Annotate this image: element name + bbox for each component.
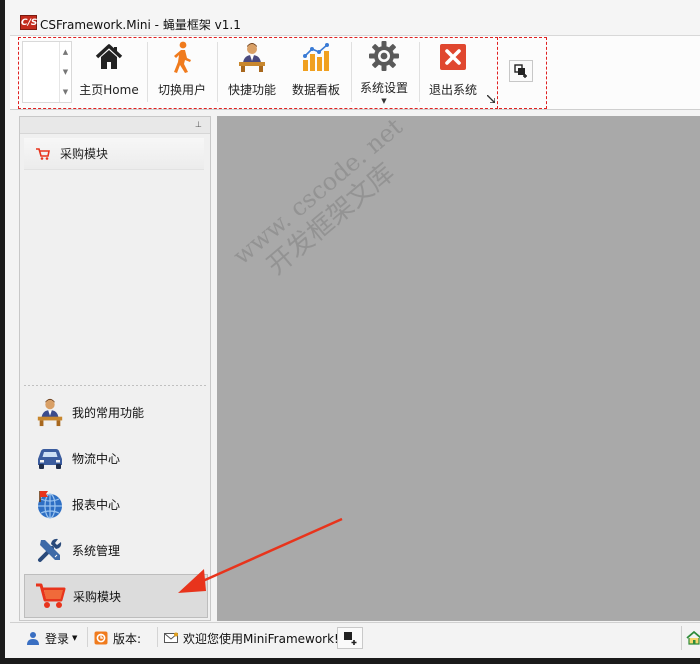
nav-item-logistics[interactable]: 物流中心 <box>24 436 208 480</box>
nav-item-favorites[interactable]: 我的常用功能 <box>24 390 208 434</box>
login-label: 登录 <box>45 631 70 646</box>
skin-gallery[interactable]: ▲ ▼ ▼ <box>22 41 72 103</box>
nav-splitter[interactable] <box>24 385 206 386</box>
nav-item-label: 我的常用功能 <box>72 405 145 420</box>
globe-flag-icon <box>34 488 66 520</box>
exit-system-button[interactable]: 退出系统 <box>424 40 482 104</box>
ribbon-separator <box>419 42 420 102</box>
gallery-scrollbar[interactable]: ▲ ▼ ▼ <box>59 42 71 102</box>
exit-system-label: 退出系统 <box>428 83 477 97</box>
home-icon <box>91 40 127 74</box>
window-title: CSFramework.Mini - 蝇量框架 v1.1 <box>40 18 241 32</box>
pin-icon[interactable]: ⊥ <box>195 120 202 129</box>
gear-icon <box>366 40 402 72</box>
welcome-status: 欢迎您使用MiniFramework! <box>164 629 339 647</box>
nav-group-caption[interactable]: 采购模块 <box>24 138 204 170</box>
data-dashboard-button[interactable]: 数据看板 <box>284 40 348 104</box>
data-dashboard-label: 数据看板 <box>291 83 340 97</box>
nav-item-system-management[interactable]: 系统管理 <box>24 528 208 572</box>
status-separator <box>87 627 88 647</box>
system-settings-button[interactable]: 系统设置 ▼ <box>354 40 414 105</box>
version-icon <box>94 631 108 645</box>
home-icon <box>685 630 700 645</box>
version-label: 版本: <box>113 631 142 646</box>
nav-item-label: 系统管理 <box>72 543 121 558</box>
gallery-expand-icon[interactable]: ▼ <box>63 88 68 96</box>
version-status: 版本: <box>94 629 141 647</box>
nav-item-purchasing[interactable]: 采购模块 <box>24 574 208 618</box>
navigation-pane: ⊥ 采购模块 我的常用功能 物流中心 报表中心 系统管理 采购模块 <box>19 116 211 621</box>
system-settings-label: 系统设置 <box>359 81 408 95</box>
user-icon <box>26 631 40 645</box>
status-home-button[interactable] <box>681 626 700 650</box>
ribbon-separator <box>351 42 352 102</box>
ribbon-separator <box>217 42 218 102</box>
home-button-label: 主页Home <box>79 83 139 97</box>
person-at-desk-icon <box>234 40 270 74</box>
status-bar: 登录 ▼ 版本: 欢迎您使用MiniFramework! <box>10 622 700 652</box>
nav-pane-header: ⊥ <box>20 117 210 134</box>
app-logo-icon: C/S <box>20 15 37 30</box>
nav-item-label: 报表中心 <box>72 497 121 512</box>
status-window-button[interactable] <box>337 627 363 649</box>
shopping-cart-icon <box>36 147 50 160</box>
person-at-desk-icon <box>34 396 66 428</box>
close-icon <box>435 40 471 74</box>
welcome-text: 欢迎您使用MiniFramework! <box>183 631 339 646</box>
shopping-cart-icon <box>35 580 67 612</box>
chevron-down-icon: ▼ <box>72 634 78 642</box>
quick-functions-button[interactable]: 快捷功能 <box>222 40 282 104</box>
chevron-down-icon[interactable]: ▼ <box>381 97 386 105</box>
scroll-down-icon[interactable]: ▼ <box>63 68 68 76</box>
ribbon-toolbar: ▲ ▼ ▼ 主页Home 切换用户 快捷功能 数据看板 系统设置 ▼ 退出系统 <box>10 36 700 110</box>
application-window: C/S CSFramework.Mini - 蝇量框架 v1.1 ▲ ▼ ▼ 主… <box>0 0 700 664</box>
mdi-workspace[interactable] <box>217 116 700 621</box>
title-bar[interactable]: C/S CSFramework.Mini - 蝇量框架 v1.1 <box>10 0 700 36</box>
status-separator <box>157 627 158 647</box>
window-cascade-button[interactable] <box>509 60 533 82</box>
car-icon <box>34 442 66 474</box>
walking-person-icon <box>164 40 200 74</box>
bar-chart-icon <box>298 40 334 74</box>
nav-group-caption-label: 采购模块 <box>60 147 109 161</box>
nav-item-label: 物流中心 <box>72 451 121 466</box>
tools-icon <box>34 534 66 566</box>
windows-stack-icon <box>514 64 527 78</box>
switch-user-label: 切换用户 <box>157 83 206 97</box>
scroll-up-icon[interactable]: ▲ <box>63 48 68 56</box>
ribbon-separator <box>147 42 148 102</box>
window-bottom-border <box>5 658 700 664</box>
switch-user-button[interactable]: 切换用户 <box>152 40 212 104</box>
nav-item-reports[interactable]: 报表中心 <box>24 482 208 526</box>
quick-functions-label: 快捷功能 <box>227 83 276 97</box>
nav-item-label: 采购模块 <box>73 589 122 604</box>
windows-stack-icon <box>344 632 357 645</box>
login-status-button[interactable]: 登录 ▼ <box>26 629 77 647</box>
dialog-launcher-icon[interactable] <box>486 94 496 104</box>
home-button[interactable]: 主页Home <box>78 40 140 104</box>
envelope-icon <box>164 631 178 645</box>
